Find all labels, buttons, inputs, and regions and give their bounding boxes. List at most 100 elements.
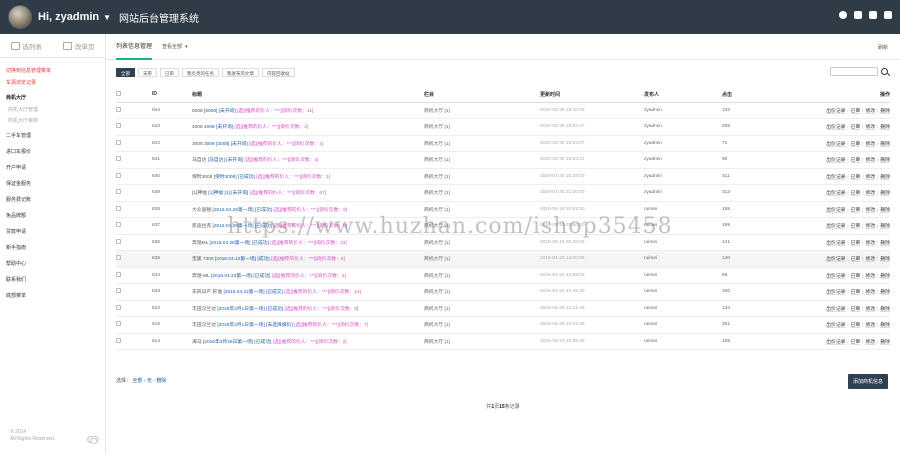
row-action[interactable]: 删除	[880, 142, 890, 147]
row-title[interactable]: 丰田汉兰达 [2016年4月1日第一场] [已成功] [选][推荐的价人：***…	[192, 300, 424, 317]
row-action[interactable]: 出价记录	[826, 208, 845, 213]
sidebar-item[interactable]: 商机大厅审核	[0, 116, 105, 128]
row-action[interactable]: 修改	[866, 224, 876, 229]
row-title[interactable]: [1]神福 [1]神福 [1] [未开询] [选][推荐的价人：***][询价次…	[192, 184, 424, 202]
row-checkbox[interactable]	[116, 123, 121, 129]
filter-button[interactable]: 已审	[160, 68, 179, 77]
bulk-delete-link[interactable]: 删除	[156, 378, 166, 384]
row-checkbox[interactable]	[116, 205, 121, 211]
row-action[interactable]: 出价记录	[826, 241, 845, 246]
sidebar-item[interactable]: 开户申请	[0, 160, 105, 176]
row-action[interactable]: 出价记录	[826, 340, 845, 345]
row-title[interactable]: 3008 3008 [3008] [未开询] [选][推荐的价人：***][询价…	[192, 135, 424, 152]
row-action[interactable]: 删除	[880, 323, 890, 328]
row-action[interactable]: 删除	[880, 191, 890, 196]
sidebar-item[interactable]: 进口车报价	[0, 144, 105, 160]
row-checkbox[interactable]	[116, 106, 121, 112]
row-action[interactable]: 删除	[880, 224, 890, 229]
sidebar-item[interactable]: 商机大厅	[0, 93, 105, 105]
row-title[interactable]: 宝骏 7300 [2016.04.22第一场] [成功] [选][推荐的价人：*…	[192, 250, 424, 268]
search-input[interactable]	[830, 67, 878, 76]
sidebar-item[interactable]: 服务费记账	[0, 192, 105, 208]
row-action[interactable]: 出价记录	[826, 142, 845, 147]
tab-list-management[interactable]: 列表信息管理	[116, 33, 153, 60]
filter-button[interactable]: 未审	[138, 68, 157, 77]
row-action[interactable]: 删除	[880, 274, 890, 279]
row-title[interactable]: 海马 [2016年3月26日第一场] [已成功] [选][推荐的价人：***][…	[192, 333, 424, 350]
row-action[interactable]: 修改	[866, 307, 876, 312]
sidebar-item[interactable]: 保证金服务	[0, 176, 105, 192]
row-checkbox[interactable]	[116, 255, 121, 261]
row-checkbox[interactable]	[116, 271, 121, 277]
row-action[interactable]: 出价记录	[826, 109, 845, 114]
row-checkbox[interactable]	[116, 304, 121, 310]
row-action[interactable]: 删除	[880, 175, 890, 180]
add-listing-button[interactable]: 添加商机信息	[847, 374, 888, 389]
row-action[interactable]: 已审	[851, 241, 861, 246]
row-action[interactable]: 修改	[866, 241, 876, 246]
row-title[interactable]: 5008 [5008] [未开询] [选][推荐的价人：***][询价次数：11…	[192, 102, 424, 119]
row-action[interactable]: 出价记录	[826, 290, 845, 295]
row-title[interactable]: 保时3008 [保时3008] [已成功] [选][推荐的价人：***][询价次…	[192, 168, 424, 185]
row-title[interactable]: 大众途锐 [2016.04.26第一场] [已成功] [选][推荐的价人：***…	[192, 201, 424, 218]
sidebar-item[interactable]: 切换到信息管理菜单	[0, 66, 105, 78]
row-title[interactable]: 凯迪拉克 [2016.04.26第一场] [已成功] [选][推荐的价人：***…	[192, 217, 424, 235]
row-title[interactable]: 4008 4008 [未开询] [选][推荐的价人：***][询价次数：2]	[192, 118, 424, 136]
sidebar-tab-list[interactable]: 选列表	[0, 34, 53, 57]
row-action[interactable]: 已审	[851, 274, 861, 279]
row-action[interactable]: 已审	[851, 158, 861, 163]
sidebar-item[interactable]: 帮助中心	[0, 256, 105, 272]
row-action[interactable]: 已审	[851, 191, 861, 196]
row-action[interactable]: 删除	[880, 208, 890, 213]
view-all-dropdown[interactable]: 查看全部 ▾	[162, 43, 188, 51]
row-checkbox[interactable]	[116, 321, 121, 327]
row-action[interactable]: 出价记录	[826, 191, 845, 196]
row-action[interactable]: 已审	[851, 224, 861, 229]
row-action[interactable]: 出价记录	[826, 257, 845, 262]
row-checkbox[interactable]	[116, 156, 121, 162]
row-action[interactable]: 删除	[880, 340, 890, 345]
row-checkbox[interactable]	[116, 189, 121, 195]
row-action[interactable]: 修改	[866, 142, 876, 147]
row-action[interactable]: 已审	[851, 142, 861, 147]
row-action[interactable]: 出价记录	[826, 224, 845, 229]
grid-icon[interactable]	[869, 11, 877, 19]
row-title[interactable]: 丰田汉兰达 [2016年4月1日第一场] [未选择报价] [选][推荐的价人：*…	[192, 316, 424, 334]
filter-button[interactable]: 全部	[116, 68, 135, 77]
row-action[interactable]: 删除	[880, 241, 890, 246]
row-action[interactable]: 出价记录	[826, 323, 845, 328]
row-title[interactable]: 奔驰ML [2016.04.26第一场] [已成功] [选][推荐的价人：***…	[192, 234, 424, 251]
row-action[interactable]: 修改	[866, 340, 876, 345]
row-action[interactable]: 已审	[851, 290, 861, 295]
theme-toggle[interactable]	[87, 436, 99, 444]
row-action[interactable]: 修改	[866, 175, 876, 180]
row-action[interactable]: 删除	[880, 307, 890, 312]
row-action[interactable]: 删除	[880, 158, 890, 163]
row-action[interactable]: 修改	[866, 208, 876, 213]
sidebar-item[interactable]: 免品牌额	[0, 208, 105, 224]
select-none-link[interactable]: 无	[147, 378, 152, 384]
row-checkbox[interactable]	[116, 139, 121, 145]
filter-button[interactable]: 我发布的文章	[222, 68, 259, 77]
row-action[interactable]: 已审	[851, 208, 861, 213]
row-action[interactable]: 删除	[880, 290, 890, 295]
row-action[interactable]: 出价记录	[826, 175, 845, 180]
row-checkbox[interactable]	[116, 222, 121, 228]
row-action[interactable]: 出价记录	[826, 274, 845, 279]
row-action[interactable]: 出价记录	[826, 307, 845, 312]
sidebar-item[interactable]: 贷款申请	[0, 224, 105, 240]
row-action[interactable]: 删除	[880, 109, 890, 114]
sidebar-item[interactable]: 车源浏览记录	[0, 78, 105, 90]
select-all-checkbox[interactable]	[116, 90, 121, 96]
row-action[interactable]: 删除	[880, 257, 890, 262]
row-action[interactable]: 修改	[866, 257, 876, 262]
sidebar-item[interactable]: 底部菜单	[0, 288, 105, 304]
help-icon[interactable]	[839, 11, 847, 19]
row-title[interactable]: 奔驰-ML [2016.04.22第一场] [已成功] [选][推荐的价人：**…	[192, 267, 424, 284]
sidebar-item[interactable]: 联系我们	[0, 272, 105, 288]
row-checkbox[interactable]	[116, 288, 121, 294]
row-checkbox[interactable]	[116, 172, 121, 178]
sidebar-item[interactable]: 新手指南	[0, 240, 105, 256]
row-action[interactable]: 已审	[851, 307, 861, 312]
row-action[interactable]: 已审	[851, 125, 861, 130]
